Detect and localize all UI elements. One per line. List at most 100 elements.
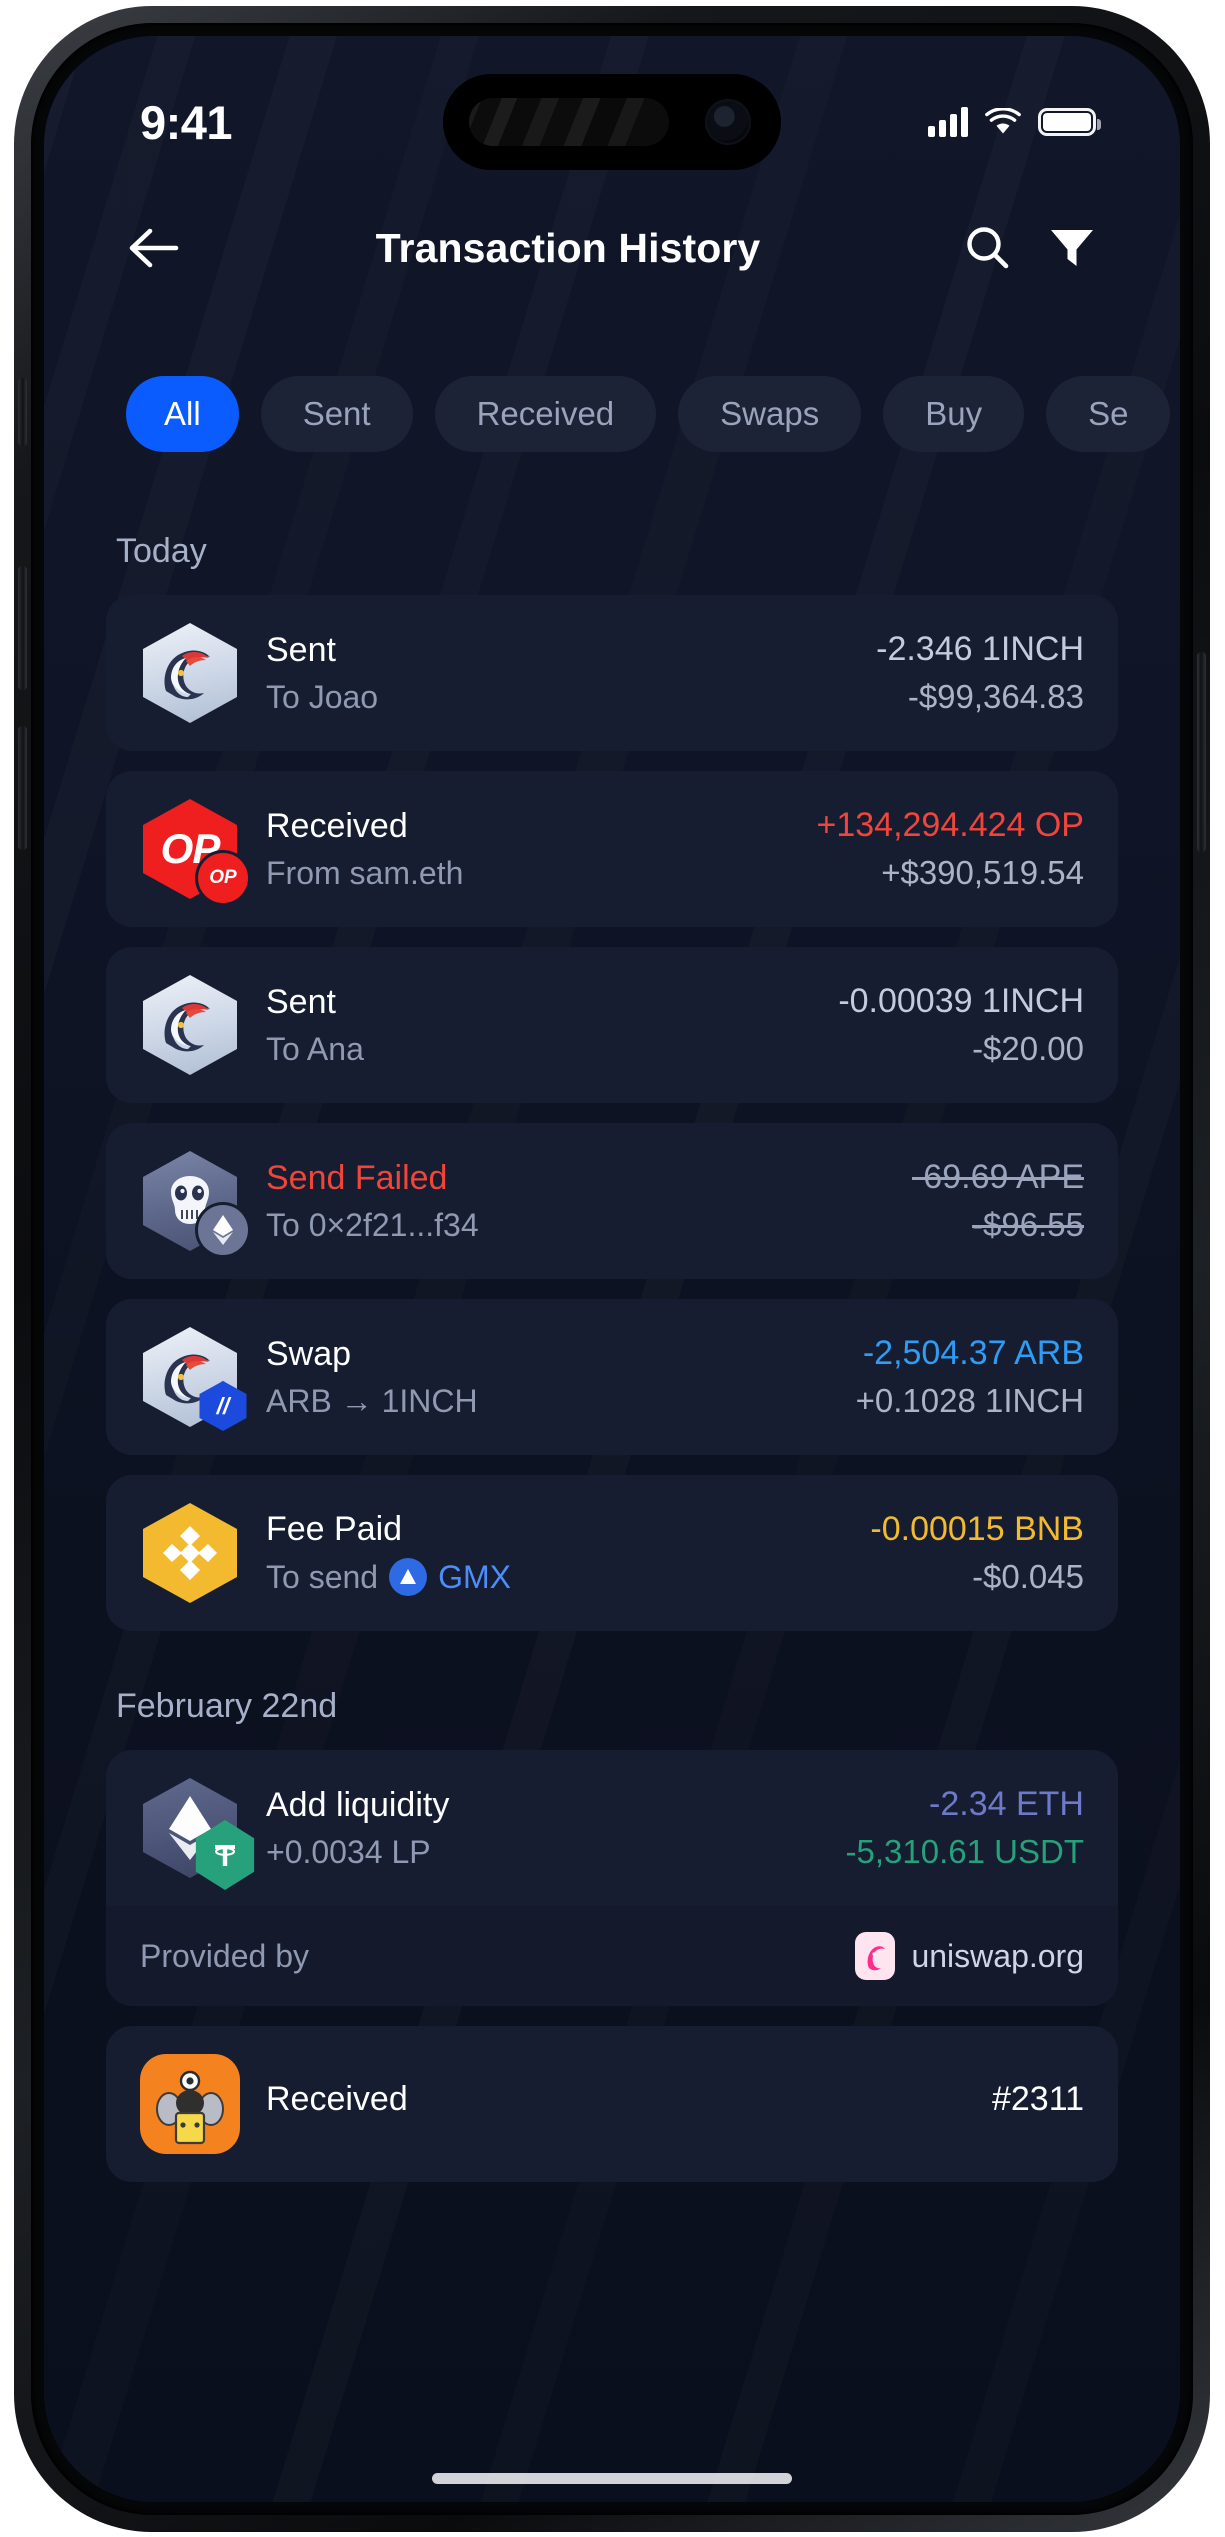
section-header: February 22nd (116, 1687, 338, 1725)
section-header: Today (116, 532, 207, 570)
tx-body: Swap ARB → 1INCH (266, 1335, 838, 1420)
tx-subtitle: ARB → 1INCH (266, 1383, 838, 1420)
transaction-row[interactable]: Sent To Joao -2.346 1INCH -$99,364.83 (106, 595, 1118, 751)
transaction-row[interactable]: // Swap ARB → 1INCH -2,504.37 ARB +0.102… (106, 1299, 1118, 1455)
optimism-chain-badge: OP (198, 853, 248, 903)
filter-chip-received[interactable]: Received (434, 376, 657, 452)
filter-funnel-icon[interactable] (1036, 212, 1108, 284)
filter-chip-sent[interactable]: Sent (260, 376, 413, 452)
tx-token-icon: OP OP (140, 799, 248, 903)
tx-subtitle-text: From sam.eth (266, 854, 464, 891)
tx-body: Received (266, 2080, 974, 2128)
filter-chip-se[interactable]: Se (1046, 376, 1171, 452)
tx-subtitle-link[interactable]: GMX (438, 1559, 511, 1596)
tx-subtitle-text: To Ana (266, 1030, 364, 1067)
status-icons (928, 107, 1101, 137)
tx-token-icon (140, 975, 240, 1075)
tx-token-icon (140, 1151, 248, 1255)
tx-amount: -2.34 ETH (929, 1785, 1084, 1823)
tx-body: Received From sam.eth (266, 807, 798, 892)
tx-amount: -0.00015 BNB (870, 1510, 1084, 1548)
provider-link-group[interactable]: uniswap.org (855, 1932, 1084, 1980)
page-title: Transaction History (375, 224, 761, 271)
tx-fiat-amount: -5,310.61 USDT (845, 1833, 1084, 1870)
tx-subtitle: +0.0034 LP (266, 1834, 828, 1871)
tx-body: Add liquidity +0.0034 LP (266, 1786, 828, 1871)
tx-fiat-amount: +0.1028 1INCH (855, 1382, 1084, 1419)
tx-subtitle-text: To send (266, 1558, 379, 1595)
nft-collectible-icon (140, 2054, 240, 2154)
cellular-signal-icon (928, 107, 968, 137)
tx-amounts: -2,504.37 ARB +0.1028 1INCH (838, 1334, 1084, 1420)
ethereum-chain-badge (198, 1205, 248, 1255)
tx-title: Send Failed (266, 1158, 448, 1197)
tx-title: Sent (266, 630, 336, 669)
battery-icon (1038, 108, 1101, 136)
tx-amounts: #2311 (974, 2080, 1084, 2128)
1inch-token-icon (143, 623, 237, 723)
tx-token-icon (140, 1503, 240, 1603)
transaction-provider-footer: Provided by uniswap.org (106, 1906, 1118, 2006)
tx-subtitle-text: +0.0034 LP (266, 1833, 431, 1870)
phone-frame: 9:41 Transaction History All Sent Receiv… (14, 6, 1210, 2532)
filter-chip-swaps[interactable]: Swaps (678, 376, 862, 452)
tx-amount: #2311 (991, 2080, 1084, 2118)
tx-token-icon (140, 1778, 255, 1890)
status-time: 9:41 (140, 95, 233, 149)
transaction-row[interactable]: OP OP Received From sam.eth +134,294.424… (106, 771, 1118, 927)
tx-amounts: -0.00039 1INCH -$20.00 (820, 982, 1084, 1068)
power-button[interactable] (1197, 652, 1206, 852)
front-camera-icon (705, 99, 751, 145)
tx-title: Received (266, 2080, 408, 2118)
tx-amount: -2,504.37 ARB (862, 1334, 1084, 1372)
tx-token-icon (140, 623, 240, 723)
tx-fiat-amount: -$99,364.83 (907, 678, 1084, 715)
phone-screen: 9:41 Transaction History All Sent Receiv… (44, 36, 1180, 2502)
volume-up-button[interactable] (18, 566, 27, 690)
uniswap-logo-icon (855, 1932, 896, 1980)
tx-amounts: -2.34 ETH -5,310.61 USDT (828, 1785, 1084, 1871)
tx-subtitle: To send GMX (266, 1558, 852, 1596)
transaction-list[interactable]: Today Sent To Joao -2.346 1INCH -$99,364… (44, 496, 1180, 2502)
tx-amount: -0.00039 1INCH (838, 982, 1084, 1020)
provided-by-label: Provided by (140, 1937, 309, 1974)
tx-amounts: -2.346 1INCH -$99,364.83 (858, 630, 1084, 716)
tx-fiat-amount: -$0.045 (972, 1558, 1084, 1595)
filter-chip-buy[interactable]: Buy (883, 376, 1025, 452)
tx-amount: -2.346 1INCH (876, 630, 1084, 668)
volume-down-button[interactable] (18, 726, 27, 850)
transaction-row[interactable]: Fee Paid To send GMX -0.00015 BNB -$0.04… (106, 1475, 1118, 1631)
earpiece-speaker-icon (469, 98, 669, 146)
phone-bezel: 9:41 Transaction History All Sent Receiv… (31, 23, 1193, 2515)
provider-link[interactable]: uniswap.org (911, 1938, 1084, 1975)
1inch-token-icon (143, 975, 237, 1075)
transaction-row[interactable]: Received #2311 (106, 2026, 1118, 2182)
filter-chip-row[interactable]: All Sent Received Swaps Buy Se (44, 366, 1180, 462)
transaction-row[interactable]: Sent To Ana -0.00039 1INCH -$20.00 (106, 947, 1118, 1103)
tx-amount: -69.69 APE (911, 1158, 1084, 1196)
tx-subtitle: To Joao (266, 679, 858, 716)
tx-fiat-amount: -$20.00 (972, 1030, 1084, 1067)
dynamic-island (443, 74, 781, 170)
filter-chip-all[interactable]: All (126, 376, 239, 452)
tx-subtitle-text: To 0×2f21...f34 (266, 1206, 479, 1243)
transaction-row[interactable]: Add liquidity +0.0034 LP -2.34 ETH -5,31… (106, 1750, 1118, 1906)
back-arrow-icon[interactable] (116, 211, 190, 285)
tx-fiat-amount: +$390,519.54 (881, 854, 1084, 891)
tx-subtitle: From sam.eth (266, 855, 798, 892)
wifi-icon (985, 108, 1021, 134)
tx-title: Fee Paid (266, 1510, 403, 1548)
transaction-row[interactable]: Send Failed To 0×2f21...f34 -69.69 APE -… (106, 1123, 1118, 1279)
tx-body: Sent To Ana (266, 983, 820, 1068)
tx-token-icon: // (140, 1327, 247, 1431)
tx-token-icon (140, 2054, 240, 2154)
tx-amounts: +134,294.424 OP +$390,519.54 (798, 806, 1084, 892)
silent-switch[interactable] (18, 378, 27, 446)
search-icon[interactable] (952, 212, 1024, 284)
tx-subtitle-text: ARB → 1INCH (266, 1382, 478, 1419)
bnb-token-icon (143, 1503, 237, 1603)
tx-amounts: -69.69 APE -$96.55 (894, 1158, 1084, 1244)
nav-header: Transaction History (44, 194, 1180, 302)
tx-body: Sent To Joao (266, 631, 858, 716)
home-indicator[interactable] (432, 2473, 792, 2484)
